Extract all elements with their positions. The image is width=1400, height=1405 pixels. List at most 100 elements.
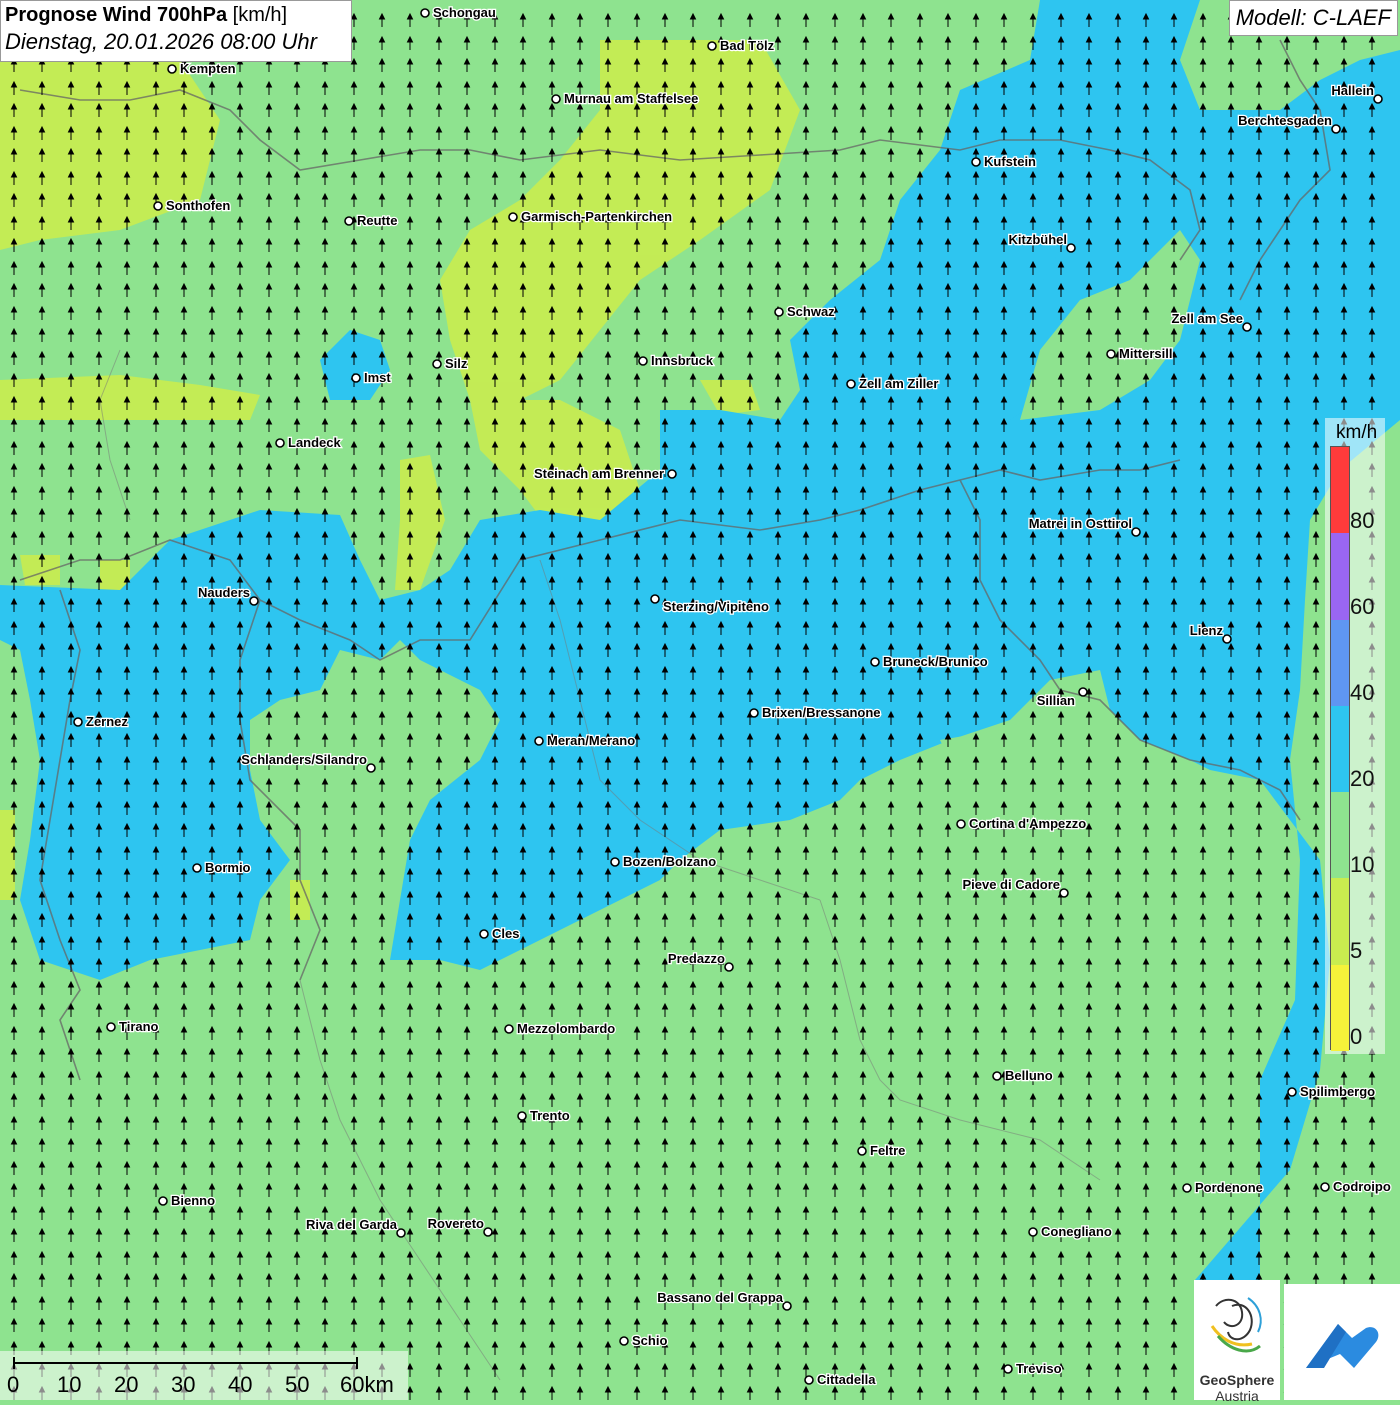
city-zell-am-ziller[interactable]: Zell am Ziller xyxy=(846,375,940,392)
city-marker-icon xyxy=(1131,527,1141,537)
city-pordenone[interactable]: Pordenone xyxy=(1182,1179,1264,1196)
city-marker-icon xyxy=(153,201,163,211)
scalebar-label: 40 xyxy=(228,1372,253,1397)
city-bruneck-brunico[interactable]: Bruneck/Brunico xyxy=(870,653,989,670)
city-marker-icon xyxy=(432,359,442,369)
city-marker-icon xyxy=(724,962,734,972)
city-conegliano[interactable]: Conegliano xyxy=(1028,1223,1113,1240)
city-label: Matrei in Osttirol xyxy=(1029,516,1132,531)
city-brixen-bressanone[interactable]: Brixen/Bressanone xyxy=(749,704,882,721)
geosphere-name: GeoSphere xyxy=(1199,1372,1275,1388)
city-marker-icon xyxy=(420,8,430,18)
geosphere-country: Austria xyxy=(1215,1388,1259,1404)
city-spilimbergo[interactable]: Spilimbergo xyxy=(1287,1083,1376,1100)
city-marker-icon xyxy=(1320,1182,1330,1192)
city-label: Kitzbühel xyxy=(1009,232,1068,247)
city-marker-icon xyxy=(650,594,660,604)
city-label: Pordenone xyxy=(1195,1180,1263,1195)
city-label: Zell am Ziller xyxy=(859,376,938,391)
city-label: Conegliano xyxy=(1041,1224,1112,1239)
city-murnau-am-staffelsee[interactable]: Murnau am Staffelsee xyxy=(551,90,700,107)
city-label: Mezzolombardo xyxy=(517,1021,615,1036)
legend-label: 40 xyxy=(1350,680,1375,705)
city-label: Bozen/Bolzano xyxy=(623,854,716,869)
legend-color-segment xyxy=(1331,964,1349,1051)
city-marker-icon xyxy=(483,1227,493,1237)
city-meran-merano[interactable]: Meran/Merano xyxy=(534,732,636,749)
city-marker-icon xyxy=(249,596,259,606)
city-label: Spilimbergo xyxy=(1300,1084,1375,1099)
weather-app-logo-icon xyxy=(1306,1324,1379,1368)
city-garmisch-partenkirchen[interactable]: Garmisch-Partenkirchen xyxy=(508,208,673,225)
city-cortina-d-ampezzo[interactable]: Cortina d'Ampezzo xyxy=(956,815,1088,832)
city-marker-icon xyxy=(508,212,518,222)
scalebar-label: 60km xyxy=(340,1372,394,1397)
title-line: Prognose Wind 700hPa [km/h] xyxy=(5,4,347,27)
weather-app-logo[interactable] xyxy=(1284,1284,1400,1400)
city-label: Reutte xyxy=(357,213,397,228)
city-label: Steinach am Brenner xyxy=(534,466,664,481)
city-marker-icon xyxy=(73,717,83,727)
legend-label: 20 xyxy=(1350,766,1375,791)
city-marker-icon xyxy=(992,1071,1002,1081)
city-label: Bassano del Grappa xyxy=(657,1290,783,1305)
forecast-date: Dienstag, 20.01.2026 08:00 Uhr xyxy=(5,29,317,54)
city-marker-icon xyxy=(749,708,759,718)
city-marker-icon xyxy=(1331,124,1341,134)
city-label: Bormio xyxy=(205,860,251,875)
legend-colorbar xyxy=(1330,446,1350,1051)
legend-unit: km/h xyxy=(1336,422,1378,443)
city-mezzolombardo[interactable]: Mezzolombardo xyxy=(504,1020,617,1037)
city-marker-icon xyxy=(344,216,354,226)
city-marker-icon xyxy=(534,736,544,746)
city-bozen-bolzano[interactable]: Bozen/Bolzano xyxy=(610,853,717,870)
city-schongau[interactable]: Schongau xyxy=(420,4,497,21)
city-marker-icon xyxy=(158,1196,168,1206)
city-marker-icon xyxy=(1078,687,1088,697)
city-marker-icon xyxy=(956,819,966,829)
city-label: Lienz xyxy=(1190,623,1224,638)
city-marker-icon xyxy=(707,41,717,51)
city-label: Sillian xyxy=(1037,693,1075,708)
geosphere-logo-icon xyxy=(1210,1297,1262,1353)
geosphere-logo[interactable]: GeoSphere Austria xyxy=(1194,1280,1280,1404)
city-marker-icon xyxy=(774,307,784,317)
city-label: Garmisch-Partenkirchen xyxy=(521,209,672,224)
city-label: Murnau am Staffelsee xyxy=(564,91,698,106)
city-marker-icon xyxy=(610,857,620,867)
city-label: Cortina d'Ampezzo xyxy=(969,816,1086,831)
city-label: Cittadella xyxy=(817,1372,876,1387)
city-label: Trento xyxy=(530,1108,570,1123)
city-label: Bad Tölz xyxy=(720,38,775,53)
city-steinach-am-brenner[interactable]: Steinach am Brenner xyxy=(533,465,677,482)
city-label: Belluno xyxy=(1005,1068,1053,1083)
city-label: Predazzo xyxy=(668,951,725,966)
city-label: Bienno xyxy=(171,1193,215,1208)
city-label: Sonthofen xyxy=(166,198,230,213)
legend-color-segment xyxy=(1331,878,1349,965)
city-label: Schlanders/Silandro xyxy=(241,752,367,767)
city-label: Berchtesgaden xyxy=(1238,113,1332,128)
city-label: Kempten xyxy=(180,61,236,76)
wind-map[interactable]: Schongau Bad Tölz Kempten Murnau am Staffel… xyxy=(0,0,1400,1400)
city-label: Meran/Merano xyxy=(547,733,635,748)
city-marker-icon xyxy=(804,1375,814,1385)
city-label: Nauders xyxy=(198,585,250,600)
city-marker-icon xyxy=(1373,94,1383,104)
city-marker-icon xyxy=(1242,322,1252,332)
city-marker-icon xyxy=(1287,1087,1297,1097)
city-marker-icon xyxy=(1066,243,1076,253)
city-label: Innsbruck xyxy=(651,353,714,368)
scalebar-label: 0 xyxy=(7,1372,20,1397)
city-marker-icon xyxy=(782,1301,792,1311)
city-label: Kufstein xyxy=(984,154,1036,169)
scalebar-label: 30 xyxy=(171,1372,196,1397)
legend-color-segment xyxy=(1331,447,1349,534)
city-marker-icon xyxy=(275,438,285,448)
city-innsbruck[interactable]: Innsbruck xyxy=(638,352,715,369)
scalebar-label: 10 xyxy=(57,1372,82,1397)
city-marker-icon xyxy=(619,1336,629,1346)
city-marker-icon xyxy=(1028,1227,1038,1237)
map-title-unit: [km/h] xyxy=(232,4,288,26)
city-sonthofen[interactable]: Sonthofen xyxy=(153,197,232,214)
